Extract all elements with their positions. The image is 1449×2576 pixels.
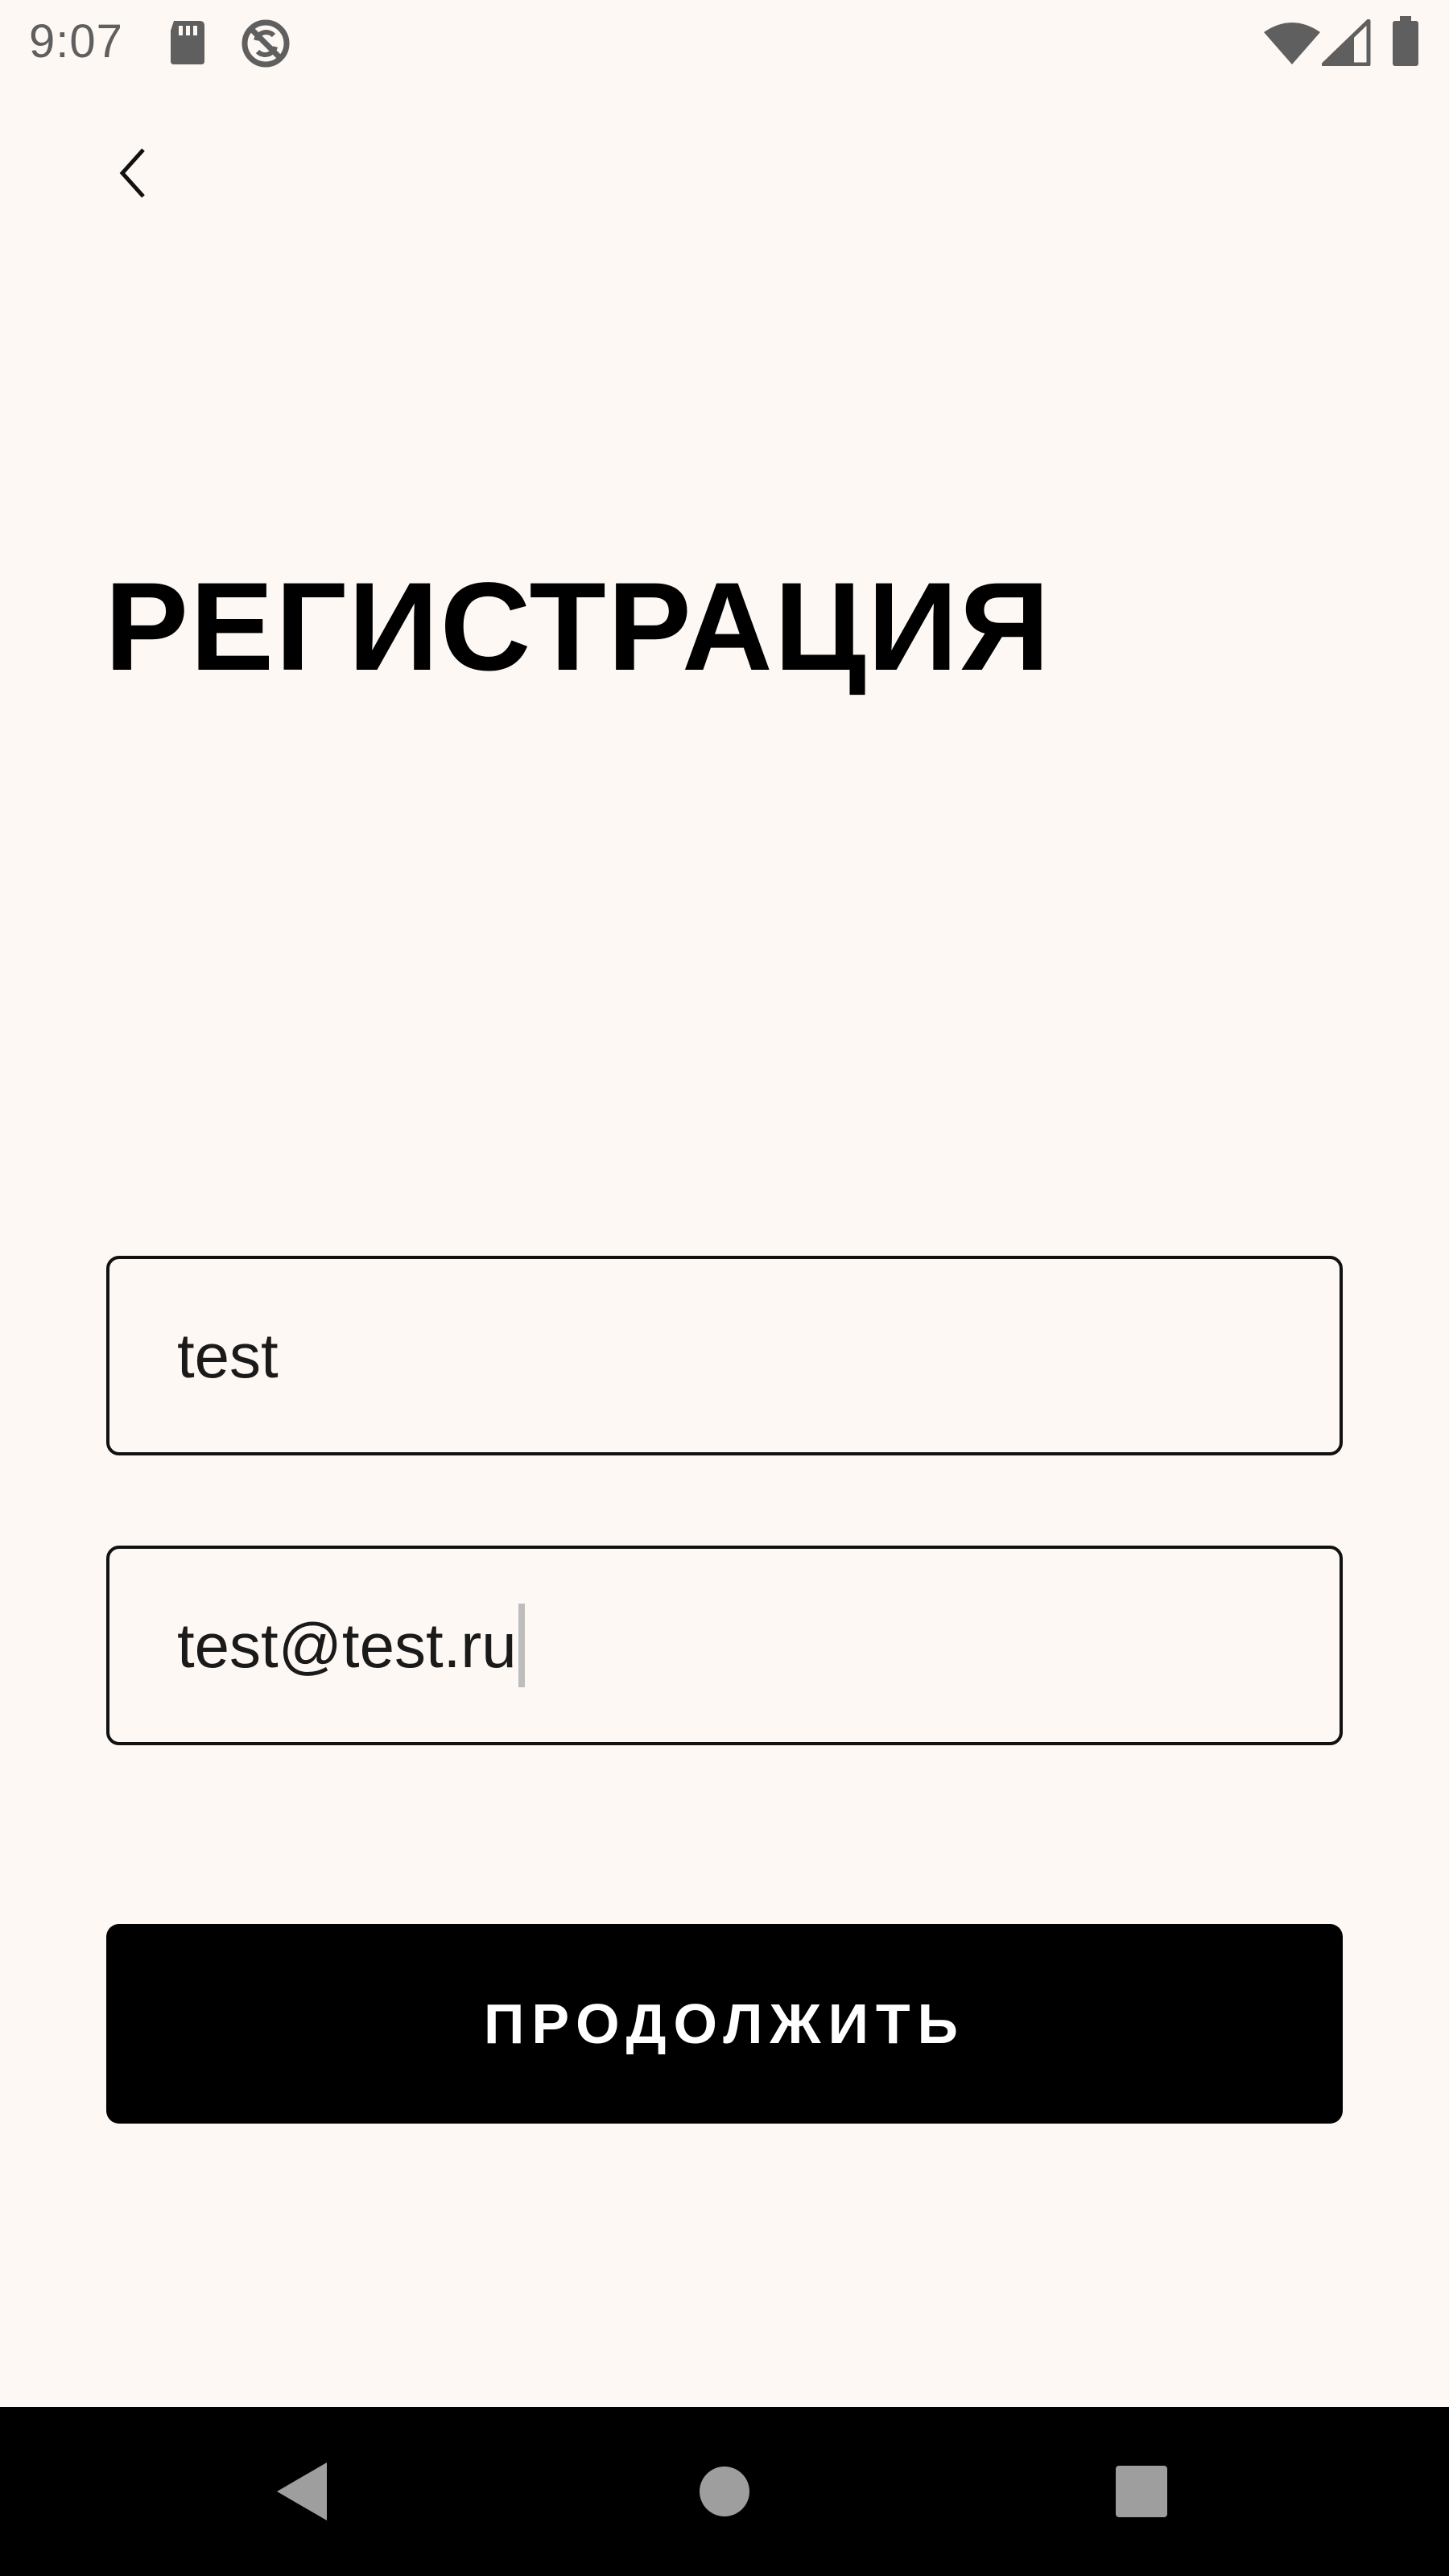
sd-card-icon xyxy=(171,21,204,64)
wifi-icon xyxy=(1264,23,1320,64)
status-time: 9:07 xyxy=(29,15,123,68)
name-field[interactable]: test xyxy=(106,1256,1343,1455)
email-field[interactable]: test@test.ru xyxy=(106,1546,1343,1745)
continue-button-label: ПРОДОЛЖИТЬ xyxy=(484,1992,965,2055)
no-sync-icon xyxy=(242,19,290,68)
name-field-value: test xyxy=(177,1319,279,1391)
battery-icon xyxy=(1393,16,1418,66)
nav-recents-icon xyxy=(1116,2466,1167,2517)
registration-screen: 9:07 РЕГИСТРАЦИЯ test test@test.ru ПРОДО… xyxy=(0,0,1449,2576)
chevron-left-icon xyxy=(119,148,145,198)
text-cursor xyxy=(518,1604,525,1687)
page-title: РЕГИСТРАЦИЯ xyxy=(105,557,1051,697)
nav-back-button[interactable] xyxy=(258,2447,346,2536)
nav-home-icon xyxy=(700,2467,749,2516)
email-field-value: test@test.ru xyxy=(177,1609,517,1681)
status-bar: 9:07 xyxy=(0,0,1449,89)
nav-home-button[interactable] xyxy=(680,2447,769,2536)
nav-back-icon xyxy=(277,2462,327,2520)
nav-recents-button[interactable] xyxy=(1097,2447,1186,2536)
continue-button[interactable]: ПРОДОЛЖИТЬ xyxy=(106,1924,1343,2124)
back-button[interactable] xyxy=(97,137,169,209)
cell-signal-icon xyxy=(1322,19,1371,66)
system-nav-bar xyxy=(0,2407,1449,2576)
